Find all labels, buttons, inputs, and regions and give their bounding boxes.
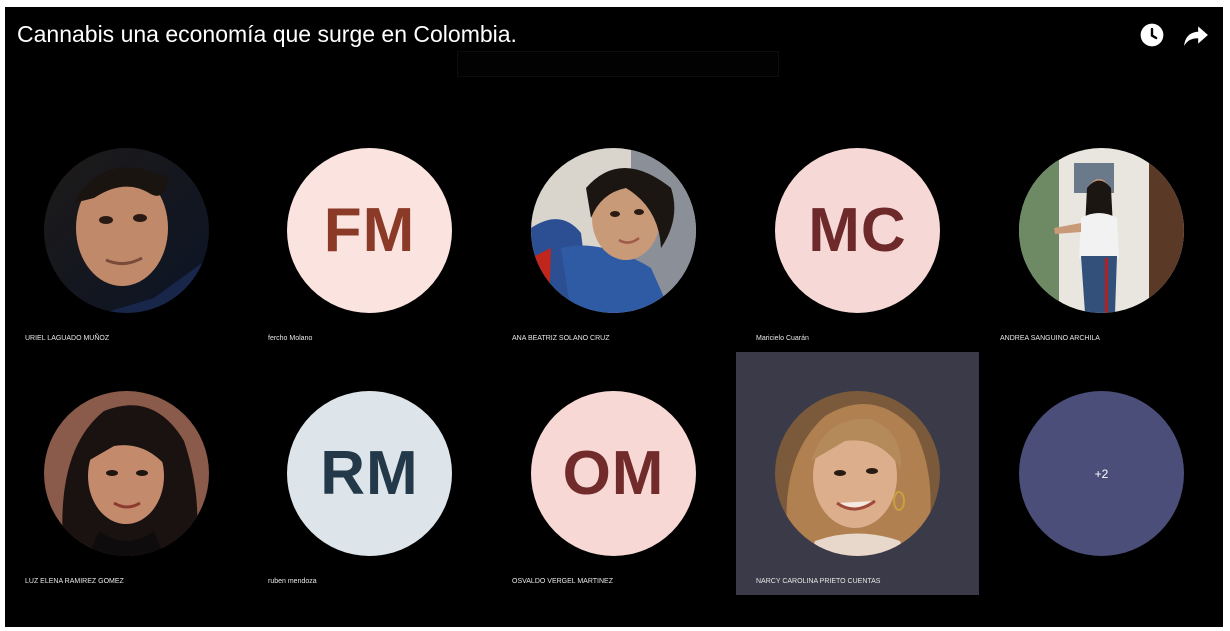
participant-avatar: [44, 148, 209, 313]
overflow-participants-count[interactable]: +2: [1019, 391, 1184, 556]
participant-name: ANA BEATRIZ SOLANO CRUZ: [512, 335, 610, 342]
participant-initials: FM: [287, 148, 452, 313]
participant-name: Maricielo Cuarán: [756, 335, 809, 342]
participant-tile[interactable]: RM ruben mendoza: [248, 352, 491, 595]
clock-icon[interactable]: [1139, 22, 1165, 48]
participant-avatar: [775, 391, 940, 556]
participant-tile[interactable]: ANDREA SANGUINO ARCHILA: [980, 109, 1223, 352]
participant-tile[interactable]: FM fercho Molano: [248, 109, 491, 352]
participant-tile[interactable]: LUZ ELENA RAMIREZ GOMEZ: [5, 352, 248, 595]
participant-initials: RM: [287, 391, 452, 556]
video-top-controls: [1139, 22, 1209, 48]
participant-tile[interactable]: ANA BEATRIZ SOLANO CRUZ: [492, 109, 735, 352]
participant-name: URIEL LAGUADO MUÑOZ: [25, 335, 110, 342]
video-frame[interactable]: Cannabis una economía que surge en Colom…: [5, 7, 1223, 627]
participant-name: LUZ ELENA RAMIREZ GOMEZ: [25, 578, 124, 585]
participant-name: NARCY CAROLINA PRIETO CUENTAS: [756, 578, 881, 585]
participant-tile[interactable]: OM OSVALDO VERGEL MARTINEZ: [492, 352, 735, 595]
participant-avatar: [44, 391, 209, 556]
share-arrow-icon[interactable]: [1183, 22, 1209, 48]
faded-overlay-bar: [457, 51, 779, 77]
participant-name: fercho Molano: [268, 335, 313, 342]
participant-initials: OM: [531, 391, 696, 556]
participant-tile-active-speaker[interactable]: NARCY CAROLINA PRIETO CUENTAS: [736, 352, 979, 595]
participant-tile[interactable]: MC Maricielo Cuarán: [736, 109, 979, 352]
participant-initials: MC: [775, 148, 940, 313]
participant-name: OSVALDO VERGEL MARTINEZ: [512, 578, 614, 585]
participant-tile[interactable]: URIEL LAGUADO MUÑOZ: [5, 109, 248, 352]
participant-name: ruben mendoza: [268, 578, 317, 585]
participant-name: ANDREA SANGUINO ARCHILA: [1000, 335, 1100, 342]
overflow-participants-tile[interactable]: +2: [980, 352, 1223, 595]
participant-avatar: [531, 148, 696, 313]
participant-avatar: [1019, 148, 1184, 313]
video-title: Cannabis una economía que surge en Colom…: [17, 21, 517, 47]
